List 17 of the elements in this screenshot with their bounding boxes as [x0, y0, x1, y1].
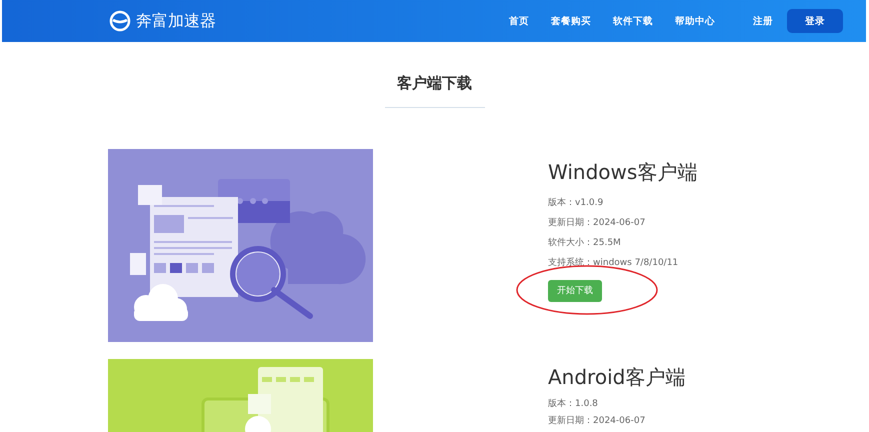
download-button[interactable]: 开始下载 [548, 280, 602, 302]
logo-text: 奔富加速器 [136, 10, 216, 32]
nav-link[interactable]: 软件下载 [613, 14, 653, 28]
detail-text: 更新日期：2024-06-07 [548, 414, 646, 427]
detail-text: 版本：v1.0.9 [548, 196, 604, 209]
register-link[interactable]: 注册 [753, 14, 773, 28]
nav-link[interactable]: 首页 [509, 14, 529, 28]
logo-icon [109, 10, 131, 32]
client-title: Android客户端 [548, 364, 686, 391]
client-title: Windows客户端 [548, 159, 698, 186]
login-button[interactable]: 登录 [787, 9, 843, 33]
detail-text: 更新日期：2024-06-07 [548, 216, 646, 229]
detail-text: 软件大小：25.5M [548, 236, 622, 249]
page-title: 客户端下载 [384, 74, 484, 108]
nav-link[interactable]: 套餐购买 [551, 14, 591, 28]
nav-link[interactable]: 帮助中心 [675, 14, 715, 28]
detail-text: 版本：1.0.8 [548, 398, 599, 410]
